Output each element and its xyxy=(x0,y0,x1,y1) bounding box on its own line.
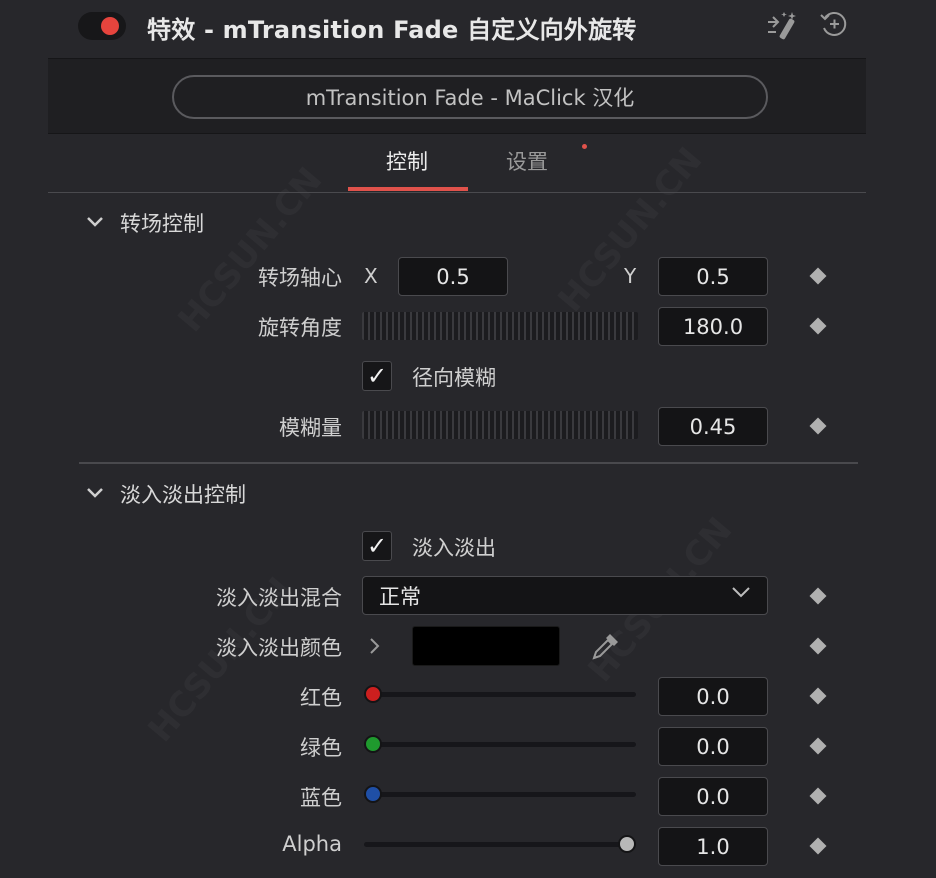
checkmark-icon: ✓ xyxy=(366,532,388,560)
keyframe-diamond-icon[interactable] xyxy=(809,837,827,855)
keyframe-diamond-icon[interactable] xyxy=(809,417,827,435)
keyframe-diamond-icon[interactable] xyxy=(809,267,827,285)
keyframe-diamond-icon[interactable] xyxy=(809,637,827,655)
rotation-value: 180.0 xyxy=(682,314,744,339)
chevron-down-icon[interactable] xyxy=(86,216,104,232)
alpha-value: 1.0 xyxy=(696,834,730,859)
blue-slider-knob[interactable] xyxy=(364,785,382,803)
preset-label: mTransition Fade - MaClick 汉化 xyxy=(305,86,635,110)
alpha-input[interactable]: 1.0 xyxy=(658,827,768,866)
section-fade-control[interactable]: 淡入淡出控制 xyxy=(120,479,246,509)
alpha-label: Alpha xyxy=(282,832,342,856)
green-input[interactable]: 0.0 xyxy=(658,727,768,766)
pivot-y-value: 0.5 xyxy=(696,264,730,289)
blue-value: 0.0 xyxy=(696,784,730,809)
fade-blend-value: 正常 xyxy=(379,584,421,609)
reset-icon[interactable] xyxy=(816,6,852,42)
preset-button[interactable]: mTransition Fade - MaClick 汉化 xyxy=(172,75,768,119)
keyframe-diamond-icon[interactable] xyxy=(809,687,827,705)
blur-amount-label: 模糊量 xyxy=(279,416,342,440)
pivot-x-input[interactable]: 0.5 xyxy=(398,257,508,296)
settings-modified-dot xyxy=(582,144,587,149)
tabs-divider xyxy=(48,192,866,193)
toggle-indicator xyxy=(101,17,119,35)
keyframe-diamond-icon[interactable] xyxy=(809,787,827,805)
keyframe-diamond-icon[interactable] xyxy=(809,317,827,335)
tab-controls[interactable]: 控制 xyxy=(386,146,428,176)
radial-blur-label: 径向模糊 xyxy=(412,366,496,390)
blue-slider[interactable] xyxy=(364,792,636,797)
active-tab-indicator xyxy=(348,187,468,191)
red-label: 红色 xyxy=(300,686,342,710)
fade-blend-label: 淡入淡出混合 xyxy=(216,586,342,610)
chevron-down-icon xyxy=(730,584,752,603)
eyedropper-icon[interactable] xyxy=(588,630,622,668)
rotation-input[interactable]: 180.0 xyxy=(658,307,768,346)
pivot-x-value: 0.5 xyxy=(436,264,470,289)
blue-input[interactable]: 0.0 xyxy=(658,777,768,816)
radial-blur-checkbox[interactable]: ✓ xyxy=(362,361,392,391)
alpha-slider[interactable] xyxy=(364,842,636,847)
green-label: 绿色 xyxy=(300,736,342,760)
pivot-label: 转场轴心 xyxy=(258,266,342,290)
green-slider-knob[interactable] xyxy=(364,735,382,753)
pivot-x-label: X xyxy=(364,264,378,288)
green-slider[interactable] xyxy=(364,742,636,747)
chevron-right-icon[interactable] xyxy=(368,636,382,661)
section-divider xyxy=(79,462,858,464)
green-value: 0.0 xyxy=(696,734,730,759)
tab-settings[interactable]: 设置 xyxy=(506,146,548,176)
rotation-label: 旋转角度 xyxy=(258,316,342,340)
blur-amount-value: 0.45 xyxy=(689,414,737,439)
blue-label: 蓝色 xyxy=(300,786,342,810)
red-slider[interactable] xyxy=(364,692,636,697)
red-input[interactable]: 0.0 xyxy=(658,677,768,716)
magic-wand-icon[interactable] xyxy=(764,8,800,44)
checkmark-icon: ✓ xyxy=(366,362,388,390)
section-transition-control[interactable]: 转场控制 xyxy=(120,208,204,238)
keyframe-diamond-icon[interactable] xyxy=(809,737,827,755)
blur-amount-scrubber[interactable] xyxy=(362,411,638,439)
pivot-y-label: Y xyxy=(624,264,637,288)
fade-blend-select[interactable]: 正常 xyxy=(362,576,768,615)
fade-color-swatch[interactable] xyxy=(412,626,560,666)
fade-checkbox[interactable]: ✓ xyxy=(362,531,392,561)
fade-color-label: 淡入淡出颜色 xyxy=(216,636,342,660)
keyframe-diamond-icon[interactable] xyxy=(809,587,827,605)
rotation-scrubber[interactable] xyxy=(362,312,638,340)
chevron-down-icon[interactable] xyxy=(86,487,104,503)
blur-amount-input[interactable]: 0.45 xyxy=(658,407,768,446)
red-value: 0.0 xyxy=(696,684,730,709)
red-slider-knob[interactable] xyxy=(364,685,382,703)
effect-title: 特效 - mTransition Fade 自定义向外旋转 xyxy=(147,16,637,44)
pivot-y-input[interactable]: 0.5 xyxy=(658,257,768,296)
alpha-slider-knob[interactable] xyxy=(618,835,636,853)
fade-label: 淡入淡出 xyxy=(412,536,496,560)
